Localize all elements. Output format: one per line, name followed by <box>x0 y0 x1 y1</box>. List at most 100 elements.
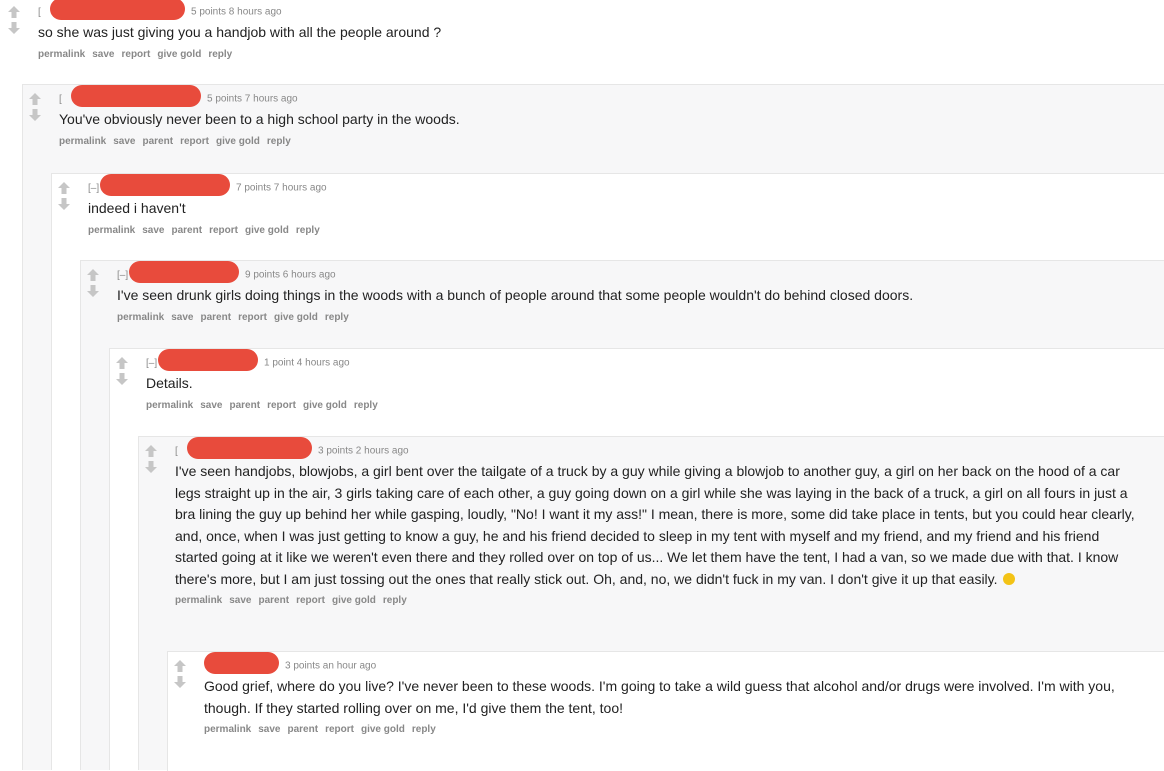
comment-actions: permalink save parent report give gold reply <box>175 593 1164 609</box>
action-report[interactable]: report <box>238 312 267 323</box>
action-give-gold[interactable]: give gold <box>303 400 347 411</box>
action-save[interactable]: save <box>92 49 114 60</box>
comment-body: Details. <box>146 373 1164 395</box>
comment: [3 points 2 hours ago I've seen handjobs,… <box>138 436 1164 771</box>
upvote-arrow-icon[interactable] <box>112 357 132 370</box>
action-parent[interactable]: parent <box>172 225 203 236</box>
action-parent[interactable]: parent <box>230 400 261 411</box>
vote-controls <box>83 269 103 301</box>
vote-controls <box>4 6 24 38</box>
comment: [5 points 7 hours ago You've obviously ne… <box>22 84 1164 771</box>
score-and-time: 9 points 6 hours ago <box>245 269 336 281</box>
comment-actions: permalink save parent report give gold reply <box>88 223 1164 239</box>
action-reply[interactable]: reply <box>208 49 232 60</box>
collapse-toggle[interactable]: [ <box>59 92 71 108</box>
action-report[interactable]: report <box>180 136 209 147</box>
action-give-gold[interactable]: give gold <box>361 724 405 735</box>
vote-controls <box>170 660 190 692</box>
redacted-author-name <box>100 174 230 196</box>
comment-tagline: [5 points 8 hours ago <box>38 0 1164 21</box>
action-report[interactable]: report <box>296 595 325 606</box>
comment-tagline: [–] 7 points 7 hours ago <box>88 174 1164 197</box>
redacted-author-name <box>204 652 279 674</box>
comment: [5 points 8 hours ago so she was just giv… <box>0 0 1164 771</box>
collapse-toggle[interactable]: [ <box>38 5 50 21</box>
smiley-emoji <box>1002 572 1015 585</box>
action-parent[interactable]: parent <box>201 312 232 323</box>
action-give-gold[interactable]: give gold <box>274 312 318 323</box>
action-parent[interactable]: parent <box>288 724 319 735</box>
action-parent[interactable]: parent <box>259 595 290 606</box>
vote-controls <box>54 182 74 214</box>
vote-controls <box>25 93 45 125</box>
downvote-arrow-icon[interactable] <box>83 285 103 298</box>
action-permalink[interactable]: permalink <box>59 136 106 147</box>
action-reply[interactable]: reply <box>325 312 349 323</box>
downvote-arrow-icon[interactable] <box>170 676 190 689</box>
collapse-toggle[interactable]: [–] <box>146 356 158 372</box>
comment: [–] 1 point 4 hours ago Details. permalink s… <box>109 348 1164 771</box>
action-report[interactable]: report <box>267 400 296 411</box>
action-reply[interactable]: reply <box>354 400 378 411</box>
action-save[interactable]: save <box>200 400 222 411</box>
action-reply[interactable]: reply <box>267 136 291 147</box>
downvote-arrow-icon[interactable] <box>112 373 132 386</box>
comment-actions: permalink save report give gold reply <box>38 47 1164 63</box>
upvote-arrow-icon[interactable] <box>4 6 24 19</box>
action-give-gold[interactable]: give gold <box>216 136 260 147</box>
action-reply[interactable]: reply <box>383 595 407 606</box>
comment-body: You've obviously never been to a high sc… <box>59 109 1164 131</box>
action-permalink[interactable]: permalink <box>117 312 164 323</box>
vote-controls <box>141 445 161 477</box>
action-reply[interactable]: reply <box>412 724 436 735</box>
action-save[interactable]: save <box>258 724 280 735</box>
action-save[interactable]: save <box>229 595 251 606</box>
comment-actions: permalink save parent report give gold reply <box>146 398 1164 414</box>
action-give-gold[interactable]: give gold <box>332 595 376 606</box>
action-save[interactable]: save <box>171 312 193 323</box>
action-permalink[interactable]: permalink <box>146 400 193 411</box>
redacted-author-name <box>71 85 201 107</box>
action-parent[interactable]: parent <box>143 136 174 147</box>
action-permalink[interactable]: permalink <box>38 49 85 60</box>
downvote-arrow-icon[interactable] <box>4 22 24 35</box>
comment-text: Details. <box>146 375 193 391</box>
action-reply[interactable]: reply <box>296 225 320 236</box>
downvote-arrow-icon[interactable] <box>54 198 74 211</box>
collapse-toggle[interactable]: [–] <box>88 181 100 197</box>
action-permalink[interactable]: permalink <box>175 595 222 606</box>
comment-body: so she was just giving you a handjob wit… <box>38 22 1164 44</box>
action-save[interactable]: save <box>142 225 164 236</box>
upvote-arrow-icon[interactable] <box>170 660 190 673</box>
comment-body: indeed i haven't <box>88 198 1164 220</box>
downvote-arrow-icon[interactable] <box>25 109 45 122</box>
comment-actions: permalink save parent report give gold reply <box>117 310 1164 326</box>
action-permalink[interactable]: permalink <box>204 724 251 735</box>
collapse-toggle[interactable]: [ <box>175 444 187 460</box>
action-permalink[interactable]: permalink <box>88 225 135 236</box>
action-report[interactable]: report <box>122 49 151 60</box>
score-and-time: 3 points an hour ago <box>285 660 377 672</box>
redacted-author-name <box>50 0 185 20</box>
action-give-gold[interactable]: give gold <box>245 225 289 236</box>
upvote-arrow-icon[interactable] <box>83 269 103 282</box>
action-save[interactable]: save <box>113 136 135 147</box>
action-give-gold[interactable]: give gold <box>157 49 201 60</box>
comment-tagline: [–] 9 points 6 hours ago <box>117 261 1164 284</box>
redacted-author-name <box>158 349 258 371</box>
action-report[interactable]: report <box>325 724 354 735</box>
upvote-arrow-icon[interactable] <box>141 445 161 458</box>
redacted-author-name <box>187 437 312 459</box>
upvote-arrow-icon[interactable] <box>25 93 45 106</box>
comment: [–] 9 points 6 hours ago I've seen drunk g… <box>80 260 1164 771</box>
action-report[interactable]: report <box>209 225 238 236</box>
comment-tagline: 3 points an hour ago <box>204 652 1164 674</box>
comment: [–] 7 points 7 hours ago indeed i haven't p… <box>51 173 1164 771</box>
score-and-time: 5 points 8 hours ago <box>191 6 282 18</box>
collapse-toggle[interactable]: [–] <box>117 268 129 284</box>
downvote-arrow-icon[interactable] <box>141 461 161 474</box>
score-and-time: 5 points 7 hours ago <box>207 93 298 105</box>
comment-body: I've seen handjobs, blowjobs, a girl ben… <box>175 461 1135 590</box>
upvote-arrow-icon[interactable] <box>54 182 74 195</box>
score-and-time: 3 points 2 hours ago <box>318 445 409 457</box>
